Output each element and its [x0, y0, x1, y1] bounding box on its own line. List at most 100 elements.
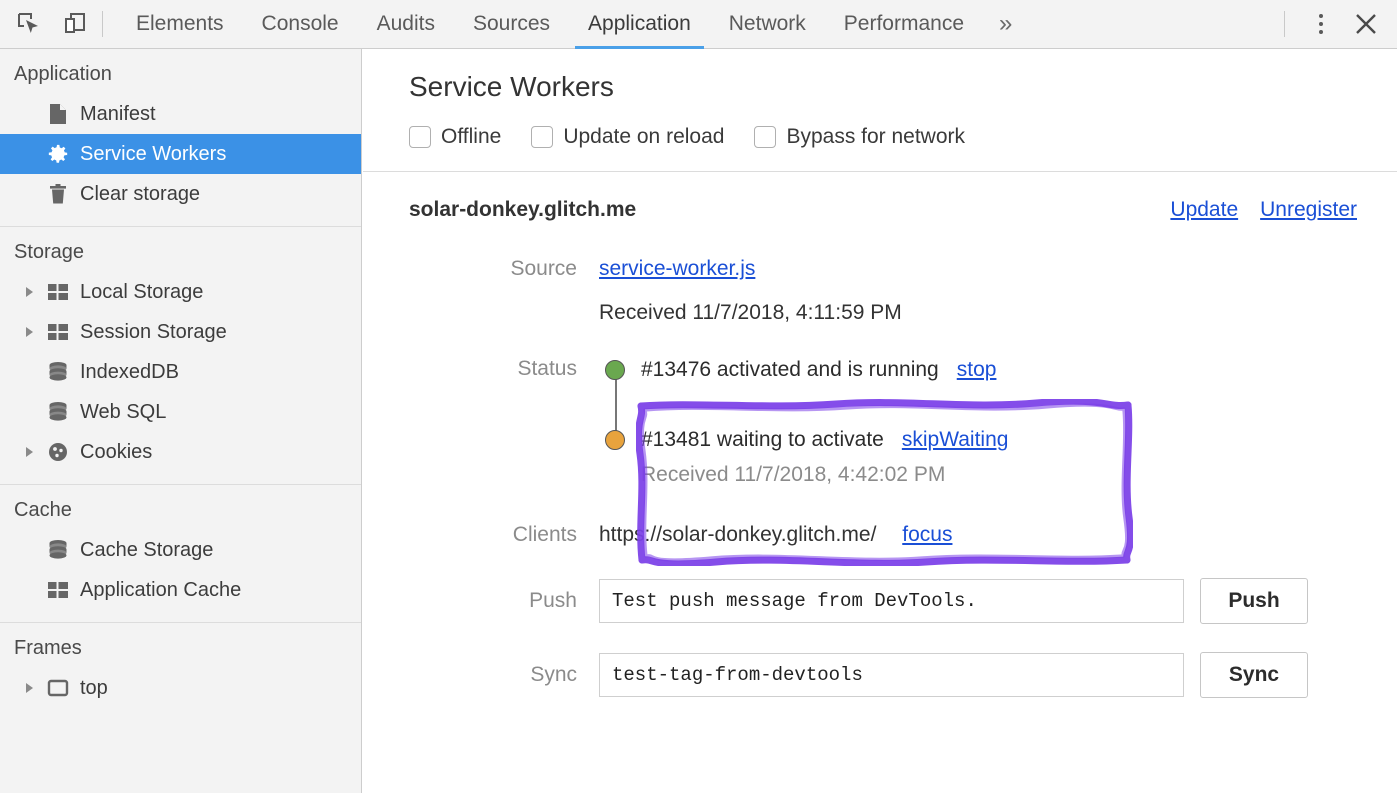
status-received-text: Received 11/7/2018, 4:42:02 PM: [641, 460, 1008, 490]
service-worker-options: Offline Update on reload Bypass for netw…: [409, 125, 1397, 149]
tab-console[interactable]: Console: [243, 0, 358, 49]
sidebar-item-manifest[interactable]: Manifest: [0, 94, 361, 134]
source-received-row: Received 11/7/2018, 4:11:59 PM: [363, 298, 1397, 328]
sync-button[interactable]: Sync: [1200, 652, 1308, 698]
push-input[interactable]: [599, 579, 1184, 623]
status-entry-activated: #13476 activated and is running stop: [605, 354, 1008, 386]
source-file-link[interactable]: service-worker.js: [599, 257, 755, 280]
sidebar-item-clear-storage[interactable]: Clear storage: [0, 174, 361, 214]
database-icon: [44, 361, 72, 383]
tab-label: Console: [262, 12, 339, 36]
sidebar-item-label: Cookies: [80, 442, 152, 462]
more-tabs-chevron-icon[interactable]: »: [983, 0, 1028, 49]
clients-value: https://solar-donkey.glitch.me/ focus: [599, 520, 952, 550]
trash-icon: [44, 183, 72, 205]
tab-elements[interactable]: Elements: [117, 0, 243, 49]
source-row: Source service-worker.js: [363, 254, 1397, 284]
push-button[interactable]: Push: [1200, 578, 1308, 624]
frame-icon: [44, 679, 72, 697]
cookie-icon: [44, 441, 72, 463]
sync-label: Sync: [409, 663, 599, 687]
stop-button[interactable]: stop: [957, 355, 997, 385]
focus-button[interactable]: focus: [902, 523, 952, 546]
table-icon: [44, 283, 72, 301]
unregister-button[interactable]: Unregister: [1260, 198, 1357, 222]
registration-header: solar-donkey.glitch.me Update Unregister: [363, 198, 1397, 222]
devtools-toolbar: Elements Console Audits Sources Applicat…: [0, 0, 1397, 49]
checkbox-label: Update on reload: [563, 125, 724, 149]
tab-label: Sources: [473, 12, 550, 36]
checkbox-box[interactable]: [531, 126, 553, 148]
status-dot-orange-icon: [605, 430, 625, 450]
clients-label: Clients: [409, 520, 599, 550]
tab-application[interactable]: Application: [569, 0, 710, 49]
table-icon: [44, 581, 72, 599]
tab-audits[interactable]: Audits: [358, 0, 454, 49]
panel-header: Service Workers Offline Update on reload…: [363, 49, 1397, 172]
application-sidebar[interactable]: Application Manifest Ser: [0, 49, 362, 793]
skip-waiting-button[interactable]: skipWaiting: [902, 425, 1009, 455]
update-button[interactable]: Update: [1170, 198, 1238, 222]
sidebar-group-title: Frames: [0, 633, 361, 668]
close-icon[interactable]: [1343, 4, 1389, 44]
checkbox-box[interactable]: [409, 126, 431, 148]
status-entries: #13476 activated and is running stop #13…: [599, 354, 1008, 490]
kebab-menu-icon[interactable]: [1303, 6, 1339, 42]
checkbox-offline[interactable]: Offline: [409, 125, 501, 149]
source-received-value: Received 11/7/2018, 4:11:59 PM: [599, 298, 902, 328]
sidebar-group-frames: Frames top: [0, 623, 361, 720]
toolbar-divider: [102, 11, 103, 37]
tab-performance[interactable]: Performance: [825, 0, 983, 49]
expand-arrow-icon[interactable]: [26, 287, 44, 297]
expand-arrow-icon[interactable]: [26, 327, 44, 337]
sidebar-item-cache-storage[interactable]: Cache Storage: [0, 530, 361, 570]
sidebar-group-title: Application: [0, 59, 361, 94]
sidebar-group-title: Storage: [0, 237, 361, 272]
source-label: Source: [409, 254, 599, 284]
tab-label: Audits: [377, 12, 435, 36]
sidebar-item-application-cache[interactable]: Application Cache: [0, 570, 361, 610]
sidebar-group-title: Cache: [0, 495, 361, 530]
checkbox-update-on-reload[interactable]: Update on reload: [531, 125, 724, 149]
sidebar-item-session-storage[interactable]: Session Storage: [0, 312, 361, 352]
inspect-element-icon[interactable]: [12, 9, 46, 39]
sidebar-item-label: Application Cache: [80, 580, 241, 600]
sidebar-item-indexeddb[interactable]: IndexedDB: [0, 352, 361, 392]
status-entry-text: #13476 activated and is running: [641, 355, 939, 385]
sync-input[interactable]: [599, 653, 1184, 697]
sidebar-item-label: IndexedDB: [80, 362, 179, 382]
source-value: service-worker.js: [599, 254, 755, 284]
tab-sources[interactable]: Sources: [454, 0, 569, 49]
panel-tabs: Elements Console Audits Sources Applicat…: [117, 0, 1028, 49]
sidebar-item-web-sql[interactable]: Web SQL: [0, 392, 361, 432]
tab-network[interactable]: Network: [710, 0, 825, 49]
sidebar-item-local-storage[interactable]: Local Storage: [0, 272, 361, 312]
device-toolbar-icon[interactable]: [58, 9, 92, 39]
page-title: Service Workers: [409, 71, 1397, 103]
more-tabs-label: »: [999, 10, 1012, 38]
sidebar-item-label: Web SQL: [80, 402, 166, 422]
devtools-window: Elements Console Audits Sources Applicat…: [0, 0, 1397, 793]
status-entry-waiting: #13481 waiting to activate skipWaiting: [605, 424, 1008, 456]
document-icon: [44, 103, 72, 125]
sidebar-item-label: Session Storage: [80, 322, 227, 342]
sidebar-item-label: Service Workers: [80, 144, 226, 164]
expand-arrow-icon[interactable]: [26, 447, 44, 457]
toolbar-divider-right: [1284, 11, 1285, 37]
sidebar-item-service-workers[interactable]: Service Workers: [0, 134, 361, 174]
database-icon: [44, 401, 72, 423]
expand-arrow-icon[interactable]: [26, 683, 44, 693]
sidebar-item-cookies[interactable]: Cookies: [0, 432, 361, 472]
database-icon: [44, 539, 72, 561]
sidebar-item-top[interactable]: top: [0, 668, 361, 708]
table-icon: [44, 323, 72, 341]
status-row: Status #13476 activated and is running s…: [363, 354, 1397, 490]
sidebar-group-cache: Cache Cache Storage: [0, 485, 361, 623]
status-dot-green-icon: [605, 360, 625, 380]
checkbox-bypass-for-network[interactable]: Bypass for network: [754, 125, 965, 149]
sidebar-item-label: Local Storage: [80, 282, 203, 302]
tab-label: Performance: [844, 12, 964, 36]
checkbox-box[interactable]: [754, 126, 776, 148]
toolbar-right-actions: [1274, 0, 1397, 49]
clients-row: Clients https://solar-donkey.glitch.me/ …: [363, 520, 1397, 550]
